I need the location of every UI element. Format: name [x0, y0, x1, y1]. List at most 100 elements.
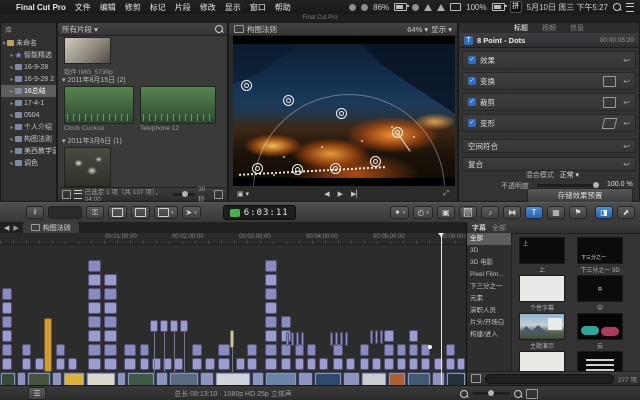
reset-button[interactable]: ↩ — [623, 160, 630, 169]
sidebar-item-智能精选[interactable]: ▸智能精选 — [1, 49, 56, 61]
location-icon[interactable] — [349, 4, 356, 11]
inspector-section-变换[interactable]: ✓变换↩ — [462, 72, 636, 90]
reset-button[interactable]: ↩ — [623, 119, 630, 128]
connected-title-clip[interactable] — [384, 358, 394, 370]
spotlight-icon[interactable] — [613, 3, 621, 11]
connected-title-clip[interactable] — [446, 358, 455, 370]
timeline-back-button[interactable]: ◀ — [4, 224, 9, 232]
tracking-point-overlay[interactable] — [241, 80, 252, 91]
previous-frame-button[interactable]: ◀ — [324, 190, 329, 198]
storyline-clip[interactable] — [298, 372, 313, 385]
tracking-point-overlay[interactable] — [336, 108, 347, 119]
connected-title-clip[interactable] — [236, 358, 245, 370]
menu-item[interactable]: 窗口 — [250, 2, 266, 13]
connected-title-clip[interactable] — [319, 358, 328, 370]
thumbnail-duration-slider[interactable] — [173, 193, 195, 196]
storyline-clip[interactable] — [63, 372, 85, 385]
connected-title-clip[interactable] — [68, 358, 77, 370]
connected-title-clip[interactable] — [360, 358, 369, 370]
storyline-clip[interactable] — [200, 372, 214, 385]
connected-title-clip[interactable] — [2, 302, 12, 314]
inspector-tab-标题[interactable]: 标题 — [514, 23, 528, 33]
connected-title-clip[interactable] — [301, 332, 304, 346]
music-browser-button[interactable]: ♪ — [481, 206, 499, 219]
connected-title-clip[interactable] — [22, 358, 31, 370]
background-tasks-display[interactable] — [48, 206, 82, 219]
storyline-clip[interactable] — [265, 372, 297, 385]
list-view-icon[interactable] — [74, 190, 81, 199]
connected-title-clip[interactable] — [421, 358, 430, 370]
connected-title-clip[interactable] — [281, 358, 291, 370]
connected-title-clip[interactable] — [307, 344, 316, 356]
viewer-view-dropdown[interactable]: 显示 ▾ — [431, 24, 452, 35]
connected-title-clip[interactable] — [335, 332, 338, 346]
connected-title-clip[interactable] — [88, 302, 101, 314]
tracking-point-overlay[interactable] — [252, 163, 263, 174]
connected-title-clip[interactable] — [409, 330, 418, 342]
tool-select-dropdown[interactable]: ➤▾ — [182, 206, 201, 219]
connected-title-clip[interactable] — [409, 358, 418, 370]
storyline-clip[interactable] — [361, 372, 387, 385]
storyline-clip[interactable] — [343, 372, 360, 385]
connected-title-clip[interactable] — [265, 358, 277, 370]
title-item[interactable]: 上上 — [519, 237, 565, 274]
tracking-point-overlay[interactable] — [392, 127, 403, 138]
connected-title-clip[interactable] — [218, 344, 230, 356]
connected-title-clip[interactable] — [140, 358, 149, 370]
transform-icon[interactable] — [603, 76, 616, 87]
connected-title-clip[interactable] — [180, 320, 188, 332]
menu-item[interactable]: 文件 — [75, 2, 91, 13]
connected-title-clip[interactable] — [192, 344, 202, 356]
menu-item[interactable]: 修改 — [200, 2, 216, 13]
storyline-clip[interactable] — [314, 372, 342, 385]
connected-title-clip[interactable] — [295, 358, 304, 370]
inspector-section-效果[interactable]: ✓效果↩ — [462, 51, 636, 69]
sidebar-item-16-9-28 2[interactable]: ▸16-9-28 2 — [1, 73, 56, 85]
connected-title-clip[interactable] — [205, 358, 215, 370]
play-button[interactable]: ▶ — [338, 190, 343, 198]
zoom-in-icon[interactable] — [514, 390, 522, 398]
connected-title-clip[interactable] — [2, 316, 12, 328]
inspector-section-复合[interactable]: 复合↩ — [462, 157, 636, 171]
storyline-clip[interactable] — [52, 372, 62, 385]
playhead[interactable] — [441, 233, 442, 385]
connected-title-clip[interactable] — [265, 288, 277, 300]
effects-browser-button[interactable]: ▣ — [437, 206, 455, 219]
sidebar-item-构图法则[interactable]: ▸构图法则 — [1, 133, 56, 145]
storyline-clip[interactable] — [432, 372, 445, 385]
connected-title-clip[interactable] — [296, 332, 299, 346]
reset-button[interactable]: ↩ — [623, 77, 630, 86]
connected-title-clip[interactable] — [2, 288, 12, 300]
title-item[interactable]: 中中 — [577, 275, 623, 312]
sidebar-item-16总结[interactable]: ▸16总结 — [1, 85, 56, 97]
zoom-out-icon[interactable] — [460, 390, 468, 398]
titles-category-片头/开场白[interactable]: 片头/开场白 — [467, 317, 511, 329]
sidebar-item-16-9-28[interactable]: ▸16-9-28 — [1, 61, 56, 73]
next-frame-button[interactable]: ▶▏ — [351, 190, 362, 198]
tracking-point-overlay[interactable] — [292, 164, 303, 175]
storyline-clip[interactable] — [0, 372, 16, 385]
titles-browser-button[interactable]: T — [525, 206, 543, 219]
connected-title-clip[interactable] — [104, 274, 117, 286]
titles-subtab[interactable]: 全部 — [492, 223, 506, 233]
notification-center-icon[interactable] — [626, 3, 634, 12]
browser-appearance-icon[interactable] — [214, 190, 223, 199]
photo-clip-thumbnail[interactable] — [64, 147, 111, 187]
enhancements-button[interactable]: ✦▾ — [390, 206, 409, 219]
connected-title-clip[interactable] — [2, 330, 12, 342]
menu-item[interactable]: 编辑 — [100, 2, 116, 13]
transitions-browser-button[interactable]: ⧓ — [503, 206, 521, 219]
library-root[interactable]: ▾ 未命名 — [1, 37, 56, 49]
connected-title-clip[interactable] — [174, 358, 183, 370]
title-item[interactable]: 个性字幕 — [519, 275, 565, 312]
connected-title-clip[interactable] — [265, 344, 277, 356]
titles-install-icon[interactable] — [471, 374, 481, 383]
tracking-point-overlay[interactable] — [330, 163, 341, 174]
display-icon[interactable] — [450, 3, 461, 11]
sidebar-item-17-4-1[interactable]: ▸17-4-1 — [1, 97, 56, 109]
tracking-point-overlay[interactable] — [283, 95, 294, 106]
save-effects-preset-button[interactable]: 存储效果预置 — [527, 188, 633, 203]
connected-title-clip[interactable] — [346, 358, 355, 370]
connected-clip-orange[interactable] — [44, 318, 52, 372]
titles-search-field[interactable] — [485, 374, 614, 384]
